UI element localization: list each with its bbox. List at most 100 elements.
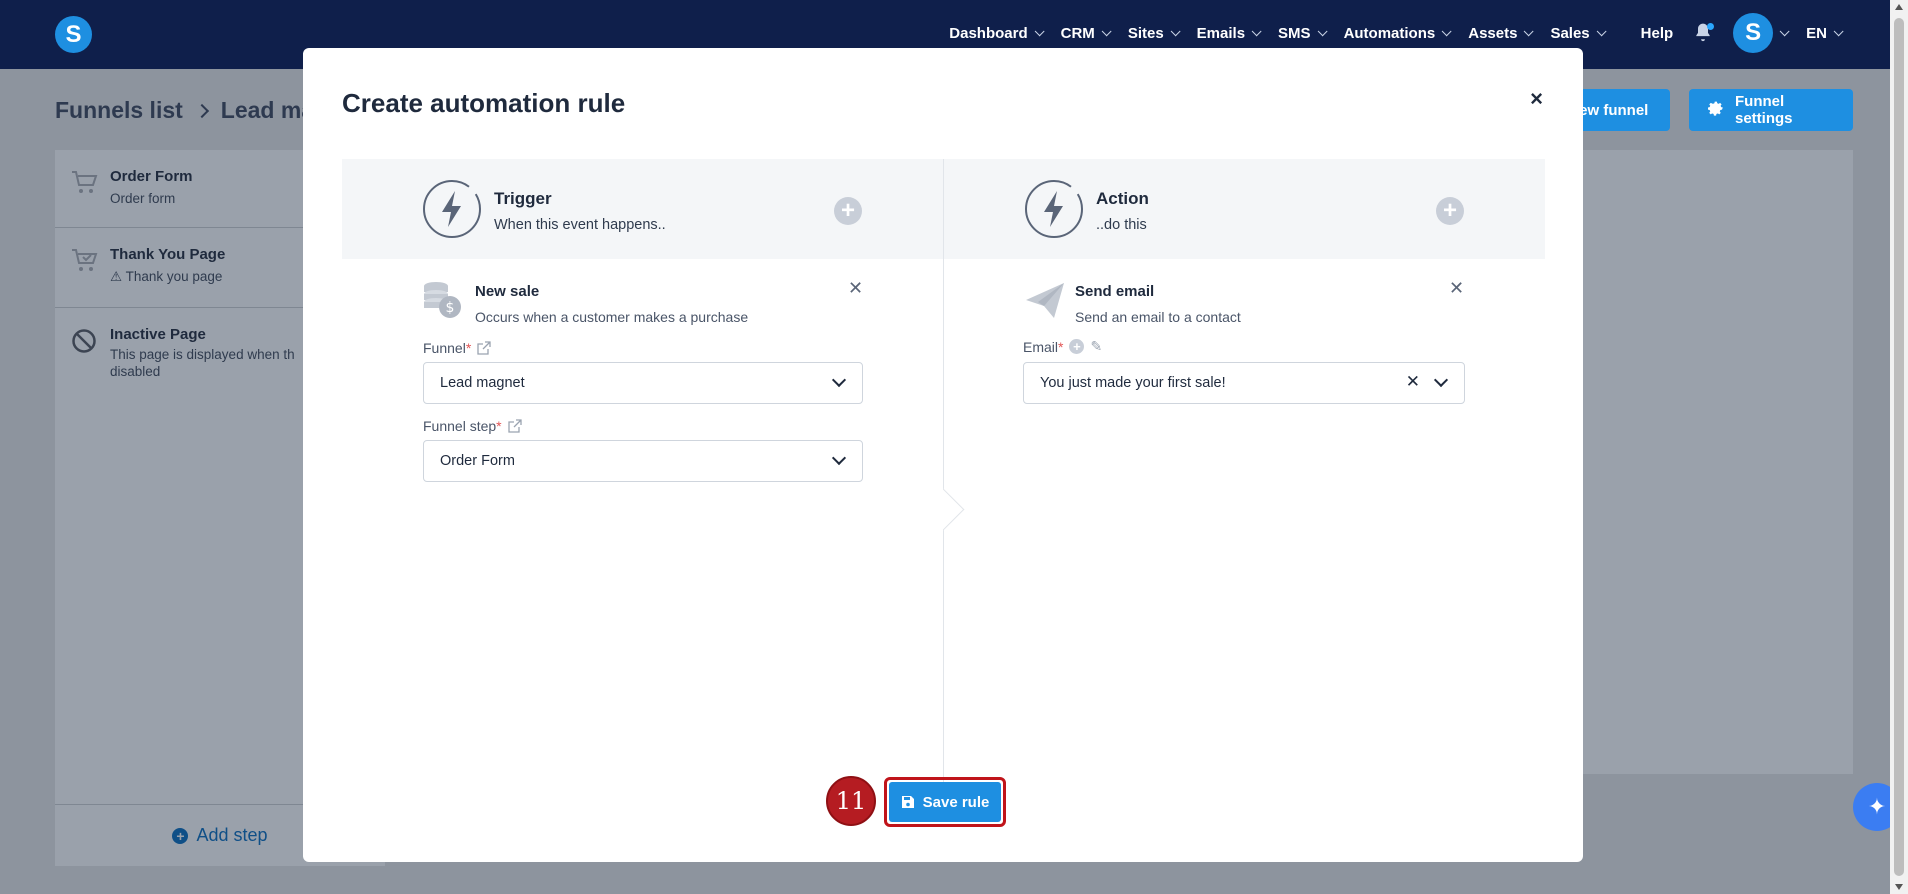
user-avatar[interactable]: S	[1733, 13, 1774, 53]
funnel-settings-label: Funnel settings	[1735, 93, 1793, 127]
view-funnel-label: iew funnel	[1575, 101, 1649, 119]
funnel-field-label: Funnel*	[423, 340, 491, 356]
scroll-up-arrow-icon[interactable]	[1895, 4, 1903, 10]
nav-emails[interactable]: Emails	[1187, 25, 1268, 42]
plus-circle-icon: +	[172, 827, 189, 844]
action-block-title: Send email	[1075, 283, 1155, 300]
external-link-icon[interactable]	[507, 419, 522, 433]
add-email-plus-icon[interactable]: +	[1069, 339, 1085, 354]
chevron-down-icon	[831, 450, 847, 466]
action-subtitle: ..do this	[1096, 217, 1147, 233]
nav-assets[interactable]: Assets	[1458, 25, 1540, 42]
modal-title: Create automation rule	[342, 88, 626, 118]
trigger-subtitle: When this event happens..	[494, 217, 666, 233]
nav-help-label: Help	[1640, 24, 1674, 42]
chevron-down-icon	[1524, 25, 1535, 36]
add-action-plus-icon[interactable]: +	[1436, 197, 1464, 225]
nav-dashboard-label: Dashboard	[949, 24, 1028, 42]
funnel-settings-button[interactable]: Funnel settings	[1689, 89, 1853, 131]
email-label-text: Email*	[1023, 338, 1064, 355]
funnel-step-label-text: Funnel step*	[423, 418, 502, 434]
chevron-down-icon	[1170, 25, 1181, 36]
email-select-value: You just made your first sale!	[1040, 375, 1226, 391]
chevron-down-icon	[1034, 25, 1045, 36]
bolt-circle-icon	[423, 180, 481, 238]
step-subtitle-text: Thank you page	[125, 269, 223, 284]
clear-selection-icon[interactable]: ✕	[1406, 372, 1420, 392]
add-trigger-plus-icon[interactable]: +	[834, 197, 862, 225]
remove-trigger-close-icon[interactable]: ✕	[848, 278, 863, 299]
notifications-bell-icon[interactable]	[1693, 22, 1715, 44]
page-scrollbar[interactable]	[1890, 0, 1908, 894]
chevron-down-icon	[1779, 25, 1790, 36]
chevron-down-icon	[1317, 25, 1328, 36]
trigger-title: Trigger	[494, 189, 552, 208]
scroll-thumb[interactable]	[1894, 18, 1904, 876]
funnel-select[interactable]: Lead magnet	[423, 362, 863, 404]
save-button-highlight: Save rule	[884, 777, 1006, 827]
funnel-select-value: Lead magnet	[440, 375, 525, 391]
floppy-disk-icon	[901, 796, 914, 808]
nav-dashboard[interactable]: Dashboard	[939, 25, 1050, 42]
paper-plane-icon	[1026, 283, 1064, 318]
breadcrumb: Funnels list Lead mag	[55, 97, 328, 124]
nav-assets-label: Assets	[1468, 24, 1518, 42]
edit-pencil-icon[interactable]: ✎	[1090, 338, 1102, 355]
breadcrumb-funnels-list[interactable]: Funnels list	[55, 97, 183, 124]
create-automation-rule-modal: Create automation rule × Trigger When th…	[303, 48, 1583, 862]
funnel-step-select-value: Order Form	[440, 453, 515, 469]
chevron-down-icon	[1596, 25, 1607, 36]
ban-icon	[71, 328, 97, 354]
nav-crm-label: CRM	[1060, 24, 1095, 42]
funnel-preview-panel	[1583, 150, 1853, 774]
nav-automations-label: Automations	[1343, 24, 1436, 42]
coins-dollar-icon: $	[424, 282, 461, 318]
nav-help[interactable]: Help	[1631, 25, 1684, 42]
chevron-down-icon	[1433, 372, 1449, 388]
nav-emails-label: Emails	[1196, 24, 1246, 42]
action-header: Action ..do this +	[944, 159, 1545, 259]
app-logo[interactable]: S	[55, 16, 92, 53]
warning-icon: ⚠	[110, 269, 123, 284]
chevron-down-icon	[1101, 25, 1112, 36]
trigger-block-subtitle: Occurs when a customer makes a purchase	[475, 309, 749, 325]
nav-sites-label: Sites	[1127, 24, 1164, 42]
remove-action-close-icon[interactable]: ✕	[1449, 278, 1464, 299]
action-title: Action	[1096, 189, 1149, 208]
column-divider	[943, 159, 944, 809]
nav-sms[interactable]: SMS	[1268, 25, 1334, 42]
nav-automations[interactable]: Automations	[1334, 25, 1459, 42]
save-rule-label: Save rule	[922, 793, 990, 811]
step-number-badge: 11	[826, 776, 876, 826]
chevron-right-icon	[194, 103, 209, 118]
trigger-block-title: New sale	[475, 283, 540, 300]
add-step-label: Add step	[196, 825, 268, 845]
nav-sales-label: Sales	[1550, 24, 1590, 42]
chevron-down-icon	[1833, 25, 1844, 36]
cart-icon	[71, 170, 98, 196]
language-selector[interactable]: EN	[1796, 25, 1850, 42]
funnel-label-text: Funnel*	[423, 340, 472, 356]
bolt-circle-icon	[1025, 180, 1083, 238]
cart-check-icon	[71, 248, 98, 274]
svg-text:$: $	[446, 300, 455, 316]
trigger-header: Trigger When this event happens.. +	[342, 159, 943, 259]
nav-sales[interactable]: Sales	[1540, 25, 1612, 42]
language-label: EN	[1806, 24, 1827, 42]
email-select[interactable]: You just made your first sale! ✕	[1023, 362, 1465, 404]
nav-crm[interactable]: CRM	[1051, 25, 1118, 42]
scroll-down-arrow-icon[interactable]	[1895, 884, 1903, 890]
funnel-step-field-label: Funnel step*	[423, 418, 522, 434]
funnel-step-select[interactable]: Order Form	[423, 440, 863, 482]
save-rule-button[interactable]: Save rule	[889, 782, 1001, 822]
chevron-down-icon	[1441, 25, 1452, 36]
chevron-down-icon	[831, 372, 847, 388]
gear-icon	[1705, 98, 1725, 122]
email-field-label: Email* + ✎	[1023, 338, 1102, 355]
avatar-dropdown[interactable]	[1773, 25, 1796, 37]
close-icon[interactable]: ×	[1530, 86, 1543, 112]
nav-sites[interactable]: Sites	[1118, 25, 1187, 42]
external-link-icon[interactable]	[477, 341, 491, 355]
divider-arrow	[943, 488, 965, 532]
nav-sms-label: SMS	[1278, 24, 1311, 42]
